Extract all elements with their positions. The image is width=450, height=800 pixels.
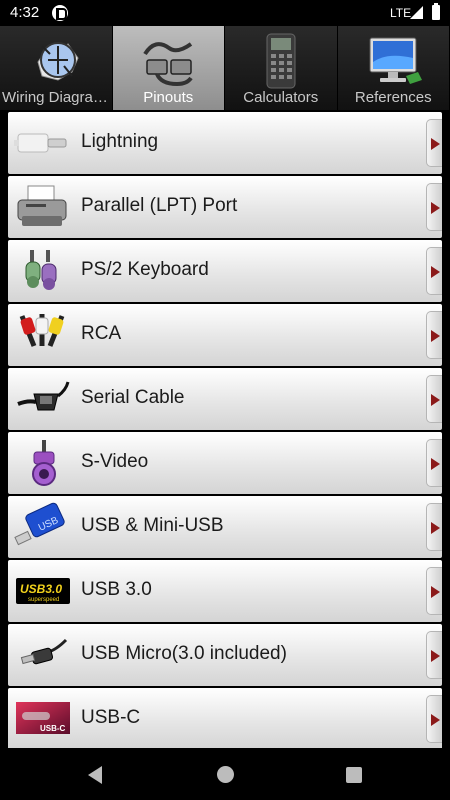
item-label: Serial Cable: [81, 387, 185, 408]
chevron-right-icon[interactable]: [426, 631, 442, 679]
list-item-s-video[interactable]: S-Video: [8, 432, 442, 494]
notification-icon: [52, 5, 68, 21]
chevron-right-icon[interactable]: [426, 119, 442, 167]
s-video-plug-icon: [32, 440, 56, 486]
chevron-right-icon[interactable]: [426, 311, 442, 359]
navigation-bar: [0, 750, 450, 800]
chevron-right-icon[interactable]: [426, 375, 442, 423]
item-label: RCA: [81, 323, 122, 344]
item-label: USB-C: [81, 707, 141, 728]
wiring-diagram-icon: [37, 42, 79, 81]
usb-stick-icon: USB: [14, 502, 65, 546]
item-label: PS/2 Keyboard: [81, 259, 209, 280]
chevron-right-icon[interactable]: [426, 567, 442, 615]
list-item-serial-cable[interactable]: Serial Cable: [8, 368, 442, 430]
tab-label: Wiring Diagram..: [2, 89, 112, 106]
list-item-usb-mini-usb[interactable]: USB USB & Mini-USB: [8, 496, 442, 558]
network-type: LTE: [390, 6, 412, 20]
chevron-right-icon[interactable]: [426, 503, 442, 551]
list-item-ps2-keyboard[interactable]: PS/2 Keyboard: [8, 240, 442, 302]
status-time: 4:32: [10, 4, 40, 21]
item-label: USB Micro(3.0 included): [81, 643, 287, 664]
rca-plugs-icon: [19, 314, 65, 347]
usb-micro-cable-icon: [20, 638, 68, 665]
chevron-right-icon[interactable]: [426, 695, 442, 743]
tab-pinouts[interactable]: Pinouts: [112, 26, 225, 110]
app-screen: 4:32 LTE Wiring Diagram.. Pinouts Calcul…: [0, 0, 450, 800]
chevron-right-icon[interactable]: [426, 183, 442, 231]
back-icon[interactable]: [88, 766, 102, 784]
svg-text:USB3.0: USB3.0: [20, 582, 62, 596]
svg-text:USB-C: USB-C: [40, 724, 66, 733]
item-label: USB 3.0: [81, 579, 152, 600]
chevron-right-icon[interactable]: [426, 247, 442, 295]
lightning-cable-icon: [14, 133, 67, 153]
recents-icon[interactable]: [346, 767, 362, 783]
list-item-usb-micro[interactable]: USB Micro(3.0 included): [8, 624, 442, 686]
printer-icon: [17, 185, 67, 226]
tab-label: References: [354, 89, 432, 106]
svg-text:superspeed: superspeed: [28, 597, 59, 603]
pinouts-connector-icon: [142, 42, 193, 87]
usb-c-icon: USB-C: [16, 702, 70, 734]
item-label: Parallel (LPT) Port: [81, 195, 238, 216]
tab-label: Pinouts: [143, 89, 194, 106]
list-item-rca[interactable]: RCA: [8, 304, 442, 366]
list-item-parallel-lpt-port[interactable]: Parallel (LPT) Port: [8, 176, 442, 238]
list-item-usb-c[interactable]: USB-C USB-C: [8, 688, 442, 748]
serial-cable-icon: [17, 381, 70, 411]
calculator-icon: [266, 33, 296, 89]
pinout-list: Lightning Parallel (LPT) Port PS/2 Keybo…: [8, 112, 442, 748]
ps2-connector-icon: [25, 250, 57, 290]
list-item-lightning[interactable]: Lightning: [8, 112, 442, 174]
status-bar: 4:32 LTE: [0, 0, 450, 26]
usb3-logo-icon: USB3.0 superspeed: [16, 578, 70, 604]
tab-label: Calculators: [243, 89, 319, 106]
tab-wiring-diagrams[interactable]: Wiring Diagram..: [0, 26, 113, 110]
list-item-usb-3-0[interactable]: USB3.0 superspeed USB 3.0: [8, 560, 442, 622]
tab-bar: Wiring Diagram.. Pinouts Calculators Ref…: [0, 26, 450, 110]
item-label: S-Video: [81, 451, 149, 472]
chevron-right-icon[interactable]: [426, 439, 442, 487]
item-label: Lightning: [81, 131, 159, 152]
item-label: USB & Mini-USB: [81, 515, 224, 536]
tab-references[interactable]: References: [338, 26, 450, 110]
signal-icon: [410, 6, 423, 19]
tab-calculators[interactable]: Calculators: [225, 26, 338, 110]
battery-icon: [432, 3, 440, 20]
monitor-icon: [369, 37, 422, 84]
home-icon[interactable]: [217, 766, 234, 783]
